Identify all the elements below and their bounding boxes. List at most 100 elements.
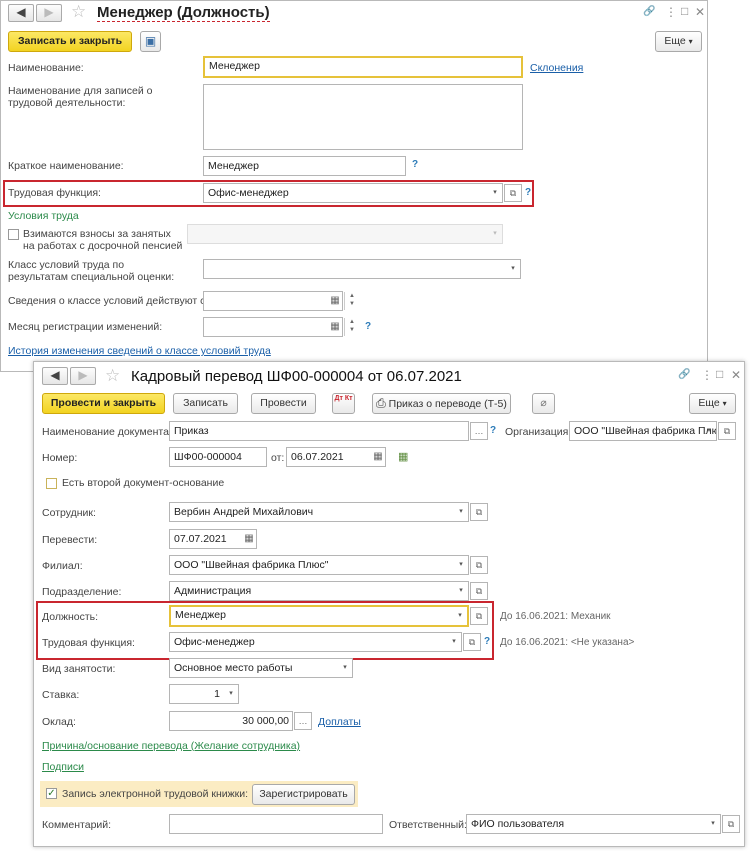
labor-function-value: Офис-менеджер bbox=[208, 187, 289, 199]
allowances-link[interactable]: Доплаты bbox=[318, 716, 361, 728]
open-button[interactable]: ⧉ bbox=[463, 633, 481, 651]
contributions-checkbox[interactable] bbox=[8, 229, 19, 240]
doc-name-select-button[interactable]: … bbox=[470, 422, 488, 440]
number-input[interactable]: ШФ00-000004 bbox=[169, 447, 267, 467]
responsible-select[interactable]: ФИО пользователя ▾ bbox=[466, 814, 721, 834]
calendar-icon[interactable]: ▦ bbox=[371, 448, 385, 466]
dropdown-icon[interactable]: ▾ bbox=[338, 659, 352, 677]
save-button[interactable]: Записать bbox=[173, 393, 238, 414]
check-icon: ✓ bbox=[47, 788, 56, 799]
help-icon[interactable]: ? bbox=[490, 425, 496, 437]
link-icon[interactable]: 🔗 bbox=[678, 368, 690, 382]
open-button[interactable]: ⧉ bbox=[722, 815, 740, 833]
help-icon[interactable]: ? bbox=[412, 159, 418, 171]
register-button[interactable]: Зарегистрировать bbox=[252, 784, 355, 805]
branch-select[interactable]: ООО "Швейная фабрика Плюс" ▾ bbox=[169, 555, 469, 575]
spin-up-icon[interactable]: ▲ bbox=[349, 293, 355, 299]
position-value: Менеджер bbox=[175, 609, 226, 621]
doc-name-input[interactable]: Приказ bbox=[169, 421, 469, 441]
dtkt-button[interactable]: Дт Кт bbox=[332, 393, 355, 414]
labor-function-select[interactable]: Офис-менеджер ▾ bbox=[169, 632, 462, 652]
transfer-date-input[interactable]: 07.07.2021 ▦ bbox=[169, 529, 257, 549]
contributions-select[interactable]: ▾ bbox=[187, 224, 503, 244]
help-icon[interactable]: ? bbox=[365, 321, 371, 333]
salary-calc-button[interactable]: … bbox=[294, 712, 312, 730]
calendar-icon[interactable]: ▦ bbox=[328, 318, 342, 336]
calendar-icon[interactable]: ▦ bbox=[242, 530, 256, 548]
open-button[interactable]: ⧉ bbox=[470, 503, 488, 521]
back-button[interactable]: ◀ bbox=[8, 4, 34, 22]
print-order-button[interactable]: ⎙ Приказ о переводе (Т-5) bbox=[372, 393, 511, 414]
dropdown-icon[interactable]: ▾ bbox=[447, 633, 461, 651]
position-select[interactable]: Менеджер ▾ bbox=[169, 605, 469, 627]
employment-select[interactable]: Основное место работы ▾ bbox=[169, 658, 353, 678]
doc-name-label: Наименование документа: bbox=[42, 426, 172, 438]
labor-function-select[interactable]: Офис-менеджер ▾ bbox=[203, 183, 503, 203]
employee-select[interactable]: Вербин Андрей Михайлович ▾ bbox=[169, 502, 469, 522]
declensions-link[interactable]: Склонения bbox=[530, 62, 583, 74]
spin-buttons[interactable]: ▲ ▼ bbox=[344, 318, 359, 336]
transfer-label: Перевести: bbox=[42, 534, 98, 546]
calendar-icon[interactable]: ▦ bbox=[328, 292, 342, 310]
favorite-star-icon[interactable]: ☆ bbox=[71, 3, 86, 21]
maximize-icon[interactable]: □ bbox=[716, 367, 723, 381]
second-basis-checkbox[interactable] bbox=[46, 478, 57, 489]
back-button[interactable]: ◀ bbox=[42, 367, 68, 385]
dropdown-icon[interactable]: ▾ bbox=[454, 503, 468, 521]
post-button[interactable]: Провести bbox=[251, 393, 316, 414]
forward-button[interactable]: ▶ bbox=[70, 367, 96, 385]
help-icon[interactable]: ? bbox=[484, 636, 490, 648]
close-icon[interactable]: ✕ bbox=[695, 5, 705, 19]
spin-buttons[interactable]: ▲ ▼ bbox=[344, 292, 359, 310]
comment-input[interactable] bbox=[169, 814, 383, 834]
dropdown-icon[interactable]: ▾ bbox=[706, 815, 720, 833]
dropdown-icon[interactable]: ▾ bbox=[454, 556, 468, 574]
forward-button[interactable]: ▶ bbox=[36, 4, 62, 22]
reason-link[interactable]: Причина/основание перевода (Желание сотр… bbox=[42, 740, 300, 752]
attach-button[interactable]: ⌀ bbox=[532, 393, 555, 414]
dropdown-icon[interactable]: ▾ bbox=[454, 582, 468, 600]
dropdown-icon[interactable]: ▾ bbox=[488, 184, 502, 202]
close-icon[interactable]: ✕ bbox=[731, 368, 741, 382]
open-button[interactable]: ⧉ bbox=[718, 422, 736, 440]
post-and-close-button[interactable]: Провести и закрыть bbox=[42, 393, 165, 414]
open-button[interactable]: ⧉ bbox=[470, 556, 488, 574]
short-name-input[interactable]: Менеджер bbox=[203, 156, 406, 176]
name-input[interactable]: Менеджер bbox=[203, 56, 523, 78]
open-button[interactable]: ⧉ bbox=[470, 607, 488, 625]
link-icon[interactable]: 🔗 bbox=[643, 5, 655, 19]
favorite-star-icon[interactable]: ☆ bbox=[105, 367, 120, 385]
dropdown-icon[interactable]: ▾ bbox=[702, 422, 716, 440]
spin-down-icon[interactable]: ▼ bbox=[349, 327, 355, 333]
more-button[interactable]: Еще ▾ bbox=[655, 31, 702, 52]
dropdown-icon[interactable]: ▾ bbox=[453, 607, 467, 625]
spin-down-icon[interactable]: ▼ bbox=[349, 301, 355, 307]
rate-select[interactable]: 1 ▾ bbox=[169, 684, 239, 704]
class-valid-from-input[interactable]: ▦ bbox=[203, 291, 343, 311]
dropdown-icon[interactable]: ▾ bbox=[488, 225, 502, 243]
save-button[interactable]: ▣ bbox=[140, 31, 161, 52]
save-and-close-button[interactable]: Записать и закрыть bbox=[8, 31, 132, 52]
history-icon[interactable]: ▦ bbox=[398, 450, 408, 464]
class-select[interactable]: ▾ bbox=[203, 259, 521, 279]
dropdown-icon[interactable]: ▾ bbox=[224, 685, 238, 703]
open-button[interactable]: ⧉ bbox=[504, 184, 522, 202]
open-button[interactable]: ⧉ bbox=[470, 582, 488, 600]
work-conditions-heading: Условия труда bbox=[8, 210, 79, 222]
ewb-checkbox[interactable]: ✓ bbox=[46, 788, 57, 799]
help-icon[interactable]: ? bbox=[525, 187, 531, 199]
menu-icon[interactable]: ⋮ bbox=[665, 5, 677, 19]
reg-month-input[interactable]: ▦ bbox=[203, 317, 343, 337]
signatures-link[interactable]: Подписи bbox=[42, 761, 84, 773]
maximize-icon[interactable]: □ bbox=[681, 4, 688, 18]
organization-select[interactable]: ООО "Швейная фабрика Плю ▾ bbox=[569, 421, 717, 441]
salary-input[interactable]: 30 000,00 bbox=[169, 711, 293, 731]
dropdown-icon[interactable]: ▾ bbox=[506, 260, 520, 278]
class-history-link[interactable]: История изменения сведений о классе усло… bbox=[8, 345, 271, 357]
labor-name-textarea[interactable] bbox=[203, 84, 523, 150]
date-input[interactable]: 06.07.2021 ▦ bbox=[286, 447, 386, 467]
more-button[interactable]: Еще ▾ bbox=[689, 393, 736, 414]
spin-up-icon[interactable]: ▲ bbox=[349, 319, 355, 325]
menu-icon[interactable]: ⋮ bbox=[701, 368, 713, 382]
department-select[interactable]: Администрация ▾ bbox=[169, 581, 469, 601]
